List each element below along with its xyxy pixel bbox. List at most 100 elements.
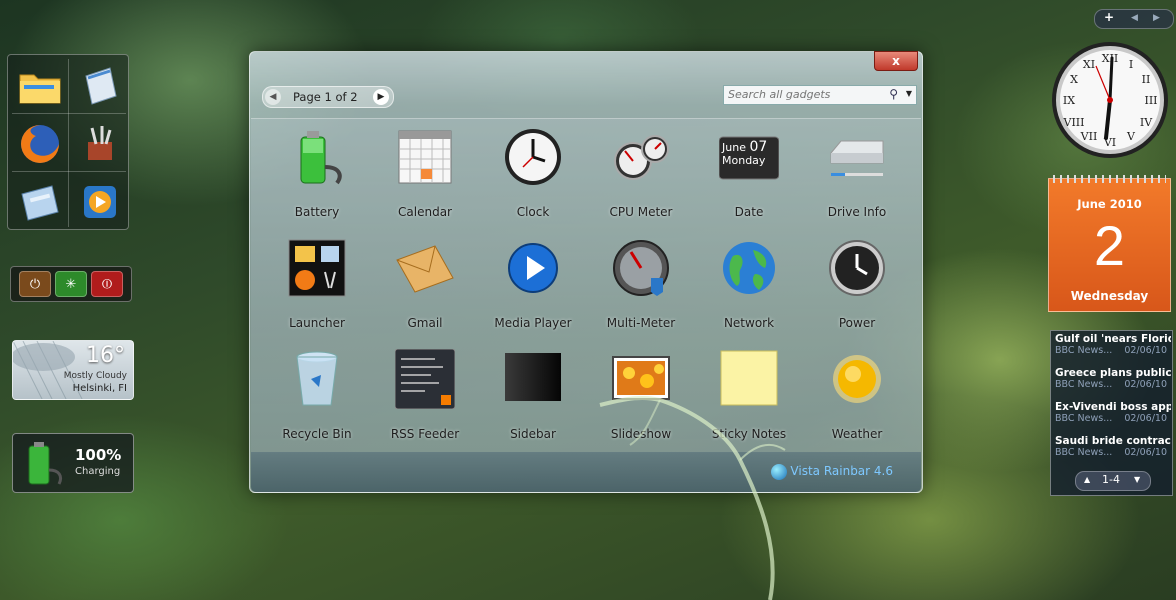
gadget-tile-media-player[interactable]: Media Player (479, 232, 587, 336)
recycle-bin-icon (296, 351, 338, 406)
gadget-label: Recycle Bin (282, 427, 352, 441)
battery-gadget[interactable]: 100% Charging (12, 433, 134, 493)
weather-gadget[interactable]: 16° Mostly Cloudy Helsinki, FI (12, 340, 134, 400)
gadget-tile-weather[interactable]: Weather (803, 343, 911, 447)
paint-tools-icon[interactable] (70, 115, 130, 173)
gadget-tile-date[interactable]: June 07 Monday Date (695, 121, 803, 225)
sidebar-icon (505, 353, 561, 401)
gadget-grid: Battery Calendar Clock CPU Meter June 07… (251, 118, 921, 453)
svg-text:I: I (1129, 58, 1133, 71)
news-item[interactable]: Ex-Vivendi boss app... BBC News... 02/06/… (1055, 401, 1171, 433)
close-button[interactable]: x (874, 51, 918, 71)
slideshow-icon (612, 356, 670, 400)
chevron-down-icon[interactable]: ▼ (906, 89, 912, 98)
gadget-tile-recycle-bin[interactable]: Recycle Bin (263, 343, 371, 447)
weather-city: Helsinki, FI (72, 383, 127, 394)
gadget-label: Clock (516, 205, 550, 219)
svg-text:VIII: VIII (1063, 116, 1085, 129)
gadget-tile-network[interactable]: Network (695, 232, 803, 336)
gadget-tile-clock[interactable]: Clock (479, 121, 587, 225)
close-icon: x (892, 54, 900, 68)
battery-icon (300, 131, 342, 185)
search-input[interactable] (728, 88, 878, 101)
calendar-icon (398, 130, 452, 184)
chevron-up-icon[interactable]: ▲ (1084, 475, 1090, 484)
gadget-label: RSS Feeder (390, 427, 460, 441)
gadget-tile-slideshow[interactable]: Slideshow (587, 343, 695, 447)
gadget-tile-sticky-notes[interactable]: Sticky Notes (695, 343, 803, 447)
firefox-icon[interactable] (10, 115, 70, 173)
power-clock-icon (829, 240, 885, 296)
gadget-tile-sidebar[interactable]: Sidebar (479, 343, 587, 447)
news-date: 02/06/10 (1124, 379, 1167, 390)
calendar-gadget[interactable]: June 2010 2 Wednesday (1048, 175, 1171, 312)
next-page-button[interactable]: ▶ (373, 89, 389, 105)
gadget-tile-launcher[interactable]: Launcher (263, 232, 371, 336)
gadget-tile-multi-meter[interactable]: Multi-Meter (587, 232, 695, 336)
svg-text:XII: XII (1102, 52, 1119, 65)
prev-page-button[interactable]: ◀ (265, 89, 281, 105)
date-preview: June 07 Monday (722, 140, 782, 167)
launcher-gadget (7, 54, 129, 230)
gadget-label: Launcher (289, 316, 345, 330)
rainbar-link[interactable]: Vista Rainbar 4.6 (790, 464, 893, 478)
search-box: ⚲ ▼ (723, 85, 917, 105)
logoff-button[interactable]: ⏼ (91, 271, 123, 297)
notepad-icon[interactable] (70, 57, 130, 115)
gadget-tile-rss-feeder[interactable]: RSS Feeder (371, 343, 479, 447)
folder-icon[interactable] (10, 57, 70, 115)
news-item[interactable]: Gulf oil 'nears Florid... BBC News... 02/… (1055, 333, 1171, 365)
svg-text:IV: IV (1140, 116, 1153, 129)
calculator-icon[interactable] (10, 173, 70, 231)
news-headline: Ex-Vivendi boss app... (1055, 401, 1171, 413)
gadget-tile-cpu-meter[interactable]: CPU Meter (587, 121, 695, 225)
news-item[interactable]: Saudi bride contract... BBC News... 02/06… (1055, 435, 1171, 467)
chevron-right-icon: ▶ (377, 92, 385, 102)
weather-condition: Mostly Cloudy (63, 371, 127, 381)
sun-icon (833, 355, 881, 403)
search-icon[interactable]: ⚲ (889, 87, 898, 101)
news-date: 02/06/10 (1124, 447, 1167, 458)
gadget-label: Power (838, 316, 876, 330)
next-button[interactable]: ▶ (1153, 13, 1160, 23)
minute-hand (1108, 56, 1114, 102)
chevron-left-icon: ◀ (269, 92, 277, 102)
stop-icon: ⏼ (101, 276, 113, 292)
media-center-icon[interactable] (70, 173, 130, 231)
chevron-down-icon[interactable]: ▼ (1134, 475, 1140, 484)
gadget-label: Sticky Notes (711, 427, 787, 441)
gadget-label: Calendar (398, 205, 452, 219)
news-source: BBC News... (1055, 345, 1113, 356)
date-weekday: Monday (722, 154, 766, 167)
rss-icon (395, 349, 455, 409)
cpu-meter-icon (614, 135, 669, 180)
gadget-label: CPU Meter (609, 205, 673, 219)
news-source: BBC News... (1055, 413, 1113, 424)
globe-icon (723, 242, 775, 294)
page-navigator: ◀ Page 1 of 2 ▶ (262, 86, 394, 108)
news-source: BBC News... (1055, 379, 1113, 390)
news-item[interactable]: Greece plans public... BBC News... 02/06/… (1055, 367, 1171, 399)
previous-button[interactable]: ◀ (1131, 13, 1138, 23)
page-indicator: Page 1 of 2 (293, 90, 358, 104)
news-headline: Saudi bride contract... (1055, 435, 1171, 447)
news-headline: Gulf oil 'nears Florid... (1055, 333, 1171, 345)
gadget-tile-battery[interactable]: Battery (263, 121, 371, 225)
shutdown-button[interactable]: ⏻ (19, 271, 51, 297)
svg-text:X: X (1070, 73, 1078, 86)
add-gadget-button[interactable]: + (1104, 10, 1114, 24)
gadget-tile-power[interactable]: Power (803, 232, 911, 336)
gadget-gallery-window: x ◀ Page 1 of 2 ▶ ⚲ ▼ Battery Calendar C… (249, 51, 923, 493)
gadget-tile-drive-info[interactable]: Drive Info (803, 121, 911, 225)
gauge-icon (613, 240, 669, 296)
gadget-label: Multi-Meter (606, 316, 676, 330)
gadget-tile-calendar[interactable]: Calendar (371, 121, 479, 225)
restart-button[interactable]: ✳ (55, 271, 87, 297)
clock-gadget[interactable]: XIIIIIVIIX IIIIVV VIIVIIIXXI (1050, 40, 1170, 160)
svg-text:III: III (1144, 94, 1157, 107)
gadget-label: Sidebar (510, 427, 556, 441)
battery-icon (28, 442, 63, 485)
gadget-label: Drive Info (827, 205, 887, 219)
play-icon (508, 243, 558, 293)
gadget-tile-gmail[interactable]: Gmail (371, 232, 479, 336)
